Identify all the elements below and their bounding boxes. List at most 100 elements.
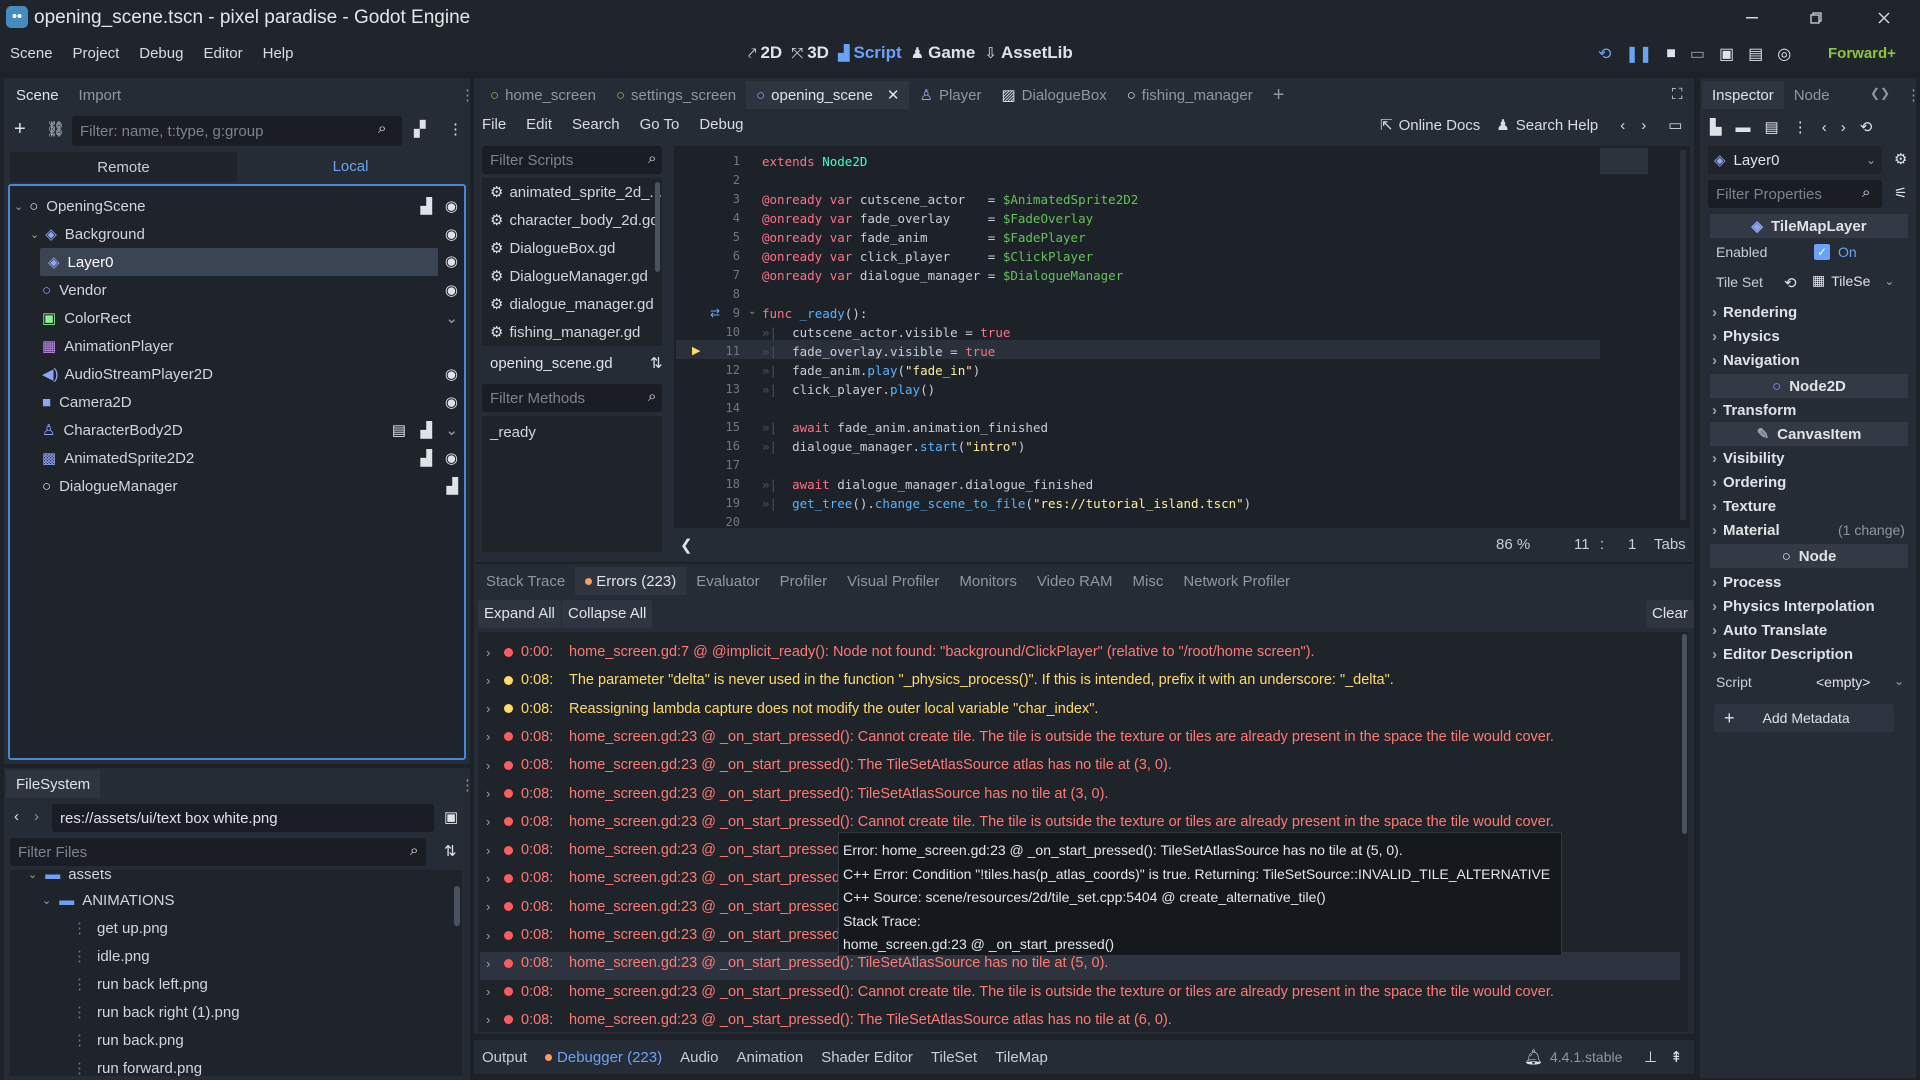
menu-help[interactable]: Help xyxy=(263,45,294,62)
section-physics-interpolation[interactable]: › Physics Interpolation xyxy=(1712,594,1875,618)
tab-scene[interactable]: Scene xyxy=(6,81,69,109)
tree-node-vendor[interactable]: ○ Vendor ◉ xyxy=(10,276,464,304)
visibility-eye-icon[interactable]: ◉ xyxy=(445,252,458,270)
tab-profiler[interactable]: Profiler xyxy=(770,567,838,595)
renderer-label[interactable]: Forward+ xyxy=(1828,45,1896,62)
visibility-toggle-icon[interactable]: ⌄ xyxy=(445,421,458,439)
expand-arrow-icon[interactable]: › xyxy=(486,701,498,716)
tab-visual-profiler[interactable]: Visual Profiler xyxy=(837,567,949,595)
dock-menu-icon[interactable]: ⋮ xyxy=(460,776,475,794)
error-row[interactable]: › 0:08: home_screen.gd:23 @ _on_start_pres… xyxy=(486,978,1686,1006)
tab-home-screen[interactable]: ○ home_screen xyxy=(480,81,606,109)
chevron-down-icon[interactable]: ⌄ xyxy=(1894,674,1904,688)
attach-script-icon[interactable]: ▞ xyxy=(414,120,426,138)
filter-scripts-input[interactable]: Filter Scripts xyxy=(482,146,662,174)
dock-move-icon[interactable]: ❮❯ xyxy=(1870,86,1890,100)
visibility-toggle-icon[interactable]: ⌄ xyxy=(445,309,458,327)
filter-properties-input[interactable]: Filter Properties xyxy=(1708,180,1882,208)
local-button[interactable]: Local xyxy=(237,152,464,182)
object-properties-icon[interactable]: ⚙ xyxy=(1894,150,1907,168)
workspace-assetlib[interactable]: ⇩ AssetLib xyxy=(984,43,1081,63)
tree-node-colorrect[interactable]: ▣ ColorRect ⌄ xyxy=(10,304,464,332)
distraction-free-icon[interactable]: ⛶ xyxy=(1672,86,1683,103)
forward-icon[interactable]: › xyxy=(34,808,39,825)
script-menu-search[interactable]: Search xyxy=(572,116,620,133)
script-item[interactable]: ⚙ DialogueManager.gd xyxy=(482,262,662,290)
error-row[interactable]: › 0:08: home_screen.gd:23 @ _on_start_pres… xyxy=(486,780,1686,808)
toggle-panel-icon[interactable]: ▭ xyxy=(1668,116,1682,134)
tab-node[interactable]: Node xyxy=(1784,81,1840,109)
script-item[interactable]: ⚙ animated_sprite_2d_... xyxy=(482,178,662,206)
expand-arrow-icon[interactable]: › xyxy=(486,843,498,858)
add-node-icon[interactable]: + xyxy=(14,118,26,141)
add-tab-icon[interactable]: + xyxy=(1263,81,1295,109)
tab-audio[interactable]: Audio xyxy=(680,1049,718,1066)
tab-fishing-manager[interactable]: ○ fishing_manager xyxy=(1117,81,1263,109)
inspector-menu-icon[interactable]: ⋮ xyxy=(1793,118,1808,136)
script-icon[interactable]: ▟ xyxy=(420,421,432,439)
menu-editor[interactable]: Editor xyxy=(203,45,242,62)
file-item[interactable]: ⋮ idle.png xyxy=(10,942,462,970)
filter-methods-input[interactable]: Filter Methods xyxy=(482,384,662,412)
scrollbar[interactable] xyxy=(655,182,660,272)
stop-icon[interactable]: ■ xyxy=(1666,45,1676,63)
tab-filesystem[interactable]: FileSystem xyxy=(6,770,101,798)
tab-tilemap[interactable]: TileMap xyxy=(995,1049,1048,1066)
reload-icon[interactable]: ⟲ xyxy=(1598,44,1611,64)
section-physics[interactable]: › Physics xyxy=(1712,324,1780,348)
tab-debugger[interactable]: Debugger (223) xyxy=(545,1049,662,1066)
section-auto-translate[interactable]: › Auto Translate xyxy=(1712,618,1827,642)
tab-opening-scene[interactable]: ○ opening_scene ✕ xyxy=(746,81,910,109)
tree-node-characterbody2d[interactable]: ♙ CharacterBody2D ▤ ▟ ⌄ xyxy=(10,416,464,444)
section-ordering[interactable]: › Ordering xyxy=(1712,470,1786,494)
tree-node-animatedsprite2d2[interactable]: ▩ AnimatedSprite2D2 ▟ ◉ xyxy=(10,444,464,472)
filter-files-input[interactable]: Filter Files xyxy=(10,838,426,866)
folder-animations[interactable]: ⌄ ▬ ANIMATIONS xyxy=(10,886,462,914)
movie-maker-icon[interactable]: ◎ xyxy=(1777,44,1791,64)
tab-tileset[interactable]: TileSet xyxy=(931,1049,977,1066)
toggle-scripts-panel-icon[interactable]: ❮ xyxy=(680,536,693,554)
notification-bell-icon[interactable]: 🔔︎ xyxy=(1524,1048,1543,1066)
zoom-label[interactable]: 86 % xyxy=(1496,536,1530,553)
section-process[interactable]: › Process xyxy=(1712,570,1781,594)
sort-icon[interactable]: ⇅ xyxy=(444,842,457,860)
code-scrollbar[interactable] xyxy=(1680,150,1686,520)
minimize-icon[interactable] xyxy=(1738,4,1766,32)
visibility-eye-icon[interactable]: ◉ xyxy=(445,281,458,299)
tree-node-background[interactable]: ⌄ ◈ Background ◉ xyxy=(10,220,464,248)
expand-arrow-icon[interactable]: › xyxy=(486,645,498,660)
script-icon[interactable]: ▟ xyxy=(420,197,432,215)
back-icon[interactable]: ‹ xyxy=(14,808,19,825)
visibility-eye-icon[interactable]: ◉ xyxy=(445,197,458,215)
error-row[interactable]: › 0:08: home_screen.gd:23 @ _on_start_pres… xyxy=(486,1006,1686,1034)
tab-network-profiler[interactable]: Network Profiler xyxy=(1173,567,1300,595)
script-menu-edit[interactable]: Edit xyxy=(526,116,552,133)
section-transform[interactable]: › Transform xyxy=(1712,398,1796,422)
file-item[interactable]: ⋮ run back right (1).png xyxy=(10,998,462,1026)
tab-evaluator[interactable]: Evaluator xyxy=(686,567,769,595)
remote-button[interactable]: Remote xyxy=(10,159,237,176)
visibility-eye-icon[interactable]: ◉ xyxy=(445,449,458,467)
tab-stack-trace[interactable]: Stack Trace xyxy=(476,567,575,595)
script-menu-file[interactable]: File xyxy=(482,116,506,133)
search-help-button[interactable]: Search Help xyxy=(1516,117,1599,134)
expand-all-button[interactable]: Expand All xyxy=(478,600,561,628)
revert-icon[interactable]: ⟲ xyxy=(1784,274,1797,292)
dock-menu-icon[interactable]: ⋮ xyxy=(1906,86,1920,104)
error-row[interactable]: › 0:08: The parameter "delta" is never use… xyxy=(486,666,1686,694)
tab-player[interactable]: ♙ Player xyxy=(909,81,991,109)
clapper-icon[interactable]: ▤ xyxy=(392,421,406,439)
tab-animation[interactable]: Animation xyxy=(736,1049,803,1066)
workspace-script[interactable]: ▟ Script xyxy=(838,43,911,63)
script-item[interactable]: ⚙ dialogue_manager.gd xyxy=(482,290,662,318)
scrollbar[interactable] xyxy=(454,886,460,926)
tab-shader-editor[interactable]: Shader Editor xyxy=(821,1049,913,1066)
minimap[interactable] xyxy=(1600,148,1648,174)
section-visibility[interactable]: › Visibility xyxy=(1712,446,1784,470)
play-custom-icon[interactable]: ▤ xyxy=(1748,44,1763,64)
expand-arrow-icon[interactable]: › xyxy=(486,956,498,971)
filesystem-path-input[interactable]: res://assets/ui/text box white.png xyxy=(52,804,434,832)
workspace-game[interactable]: ♟ Game xyxy=(911,43,985,63)
expand-arrow-icon[interactable]: › xyxy=(486,673,498,688)
close-window-icon[interactable] xyxy=(1870,4,1898,32)
